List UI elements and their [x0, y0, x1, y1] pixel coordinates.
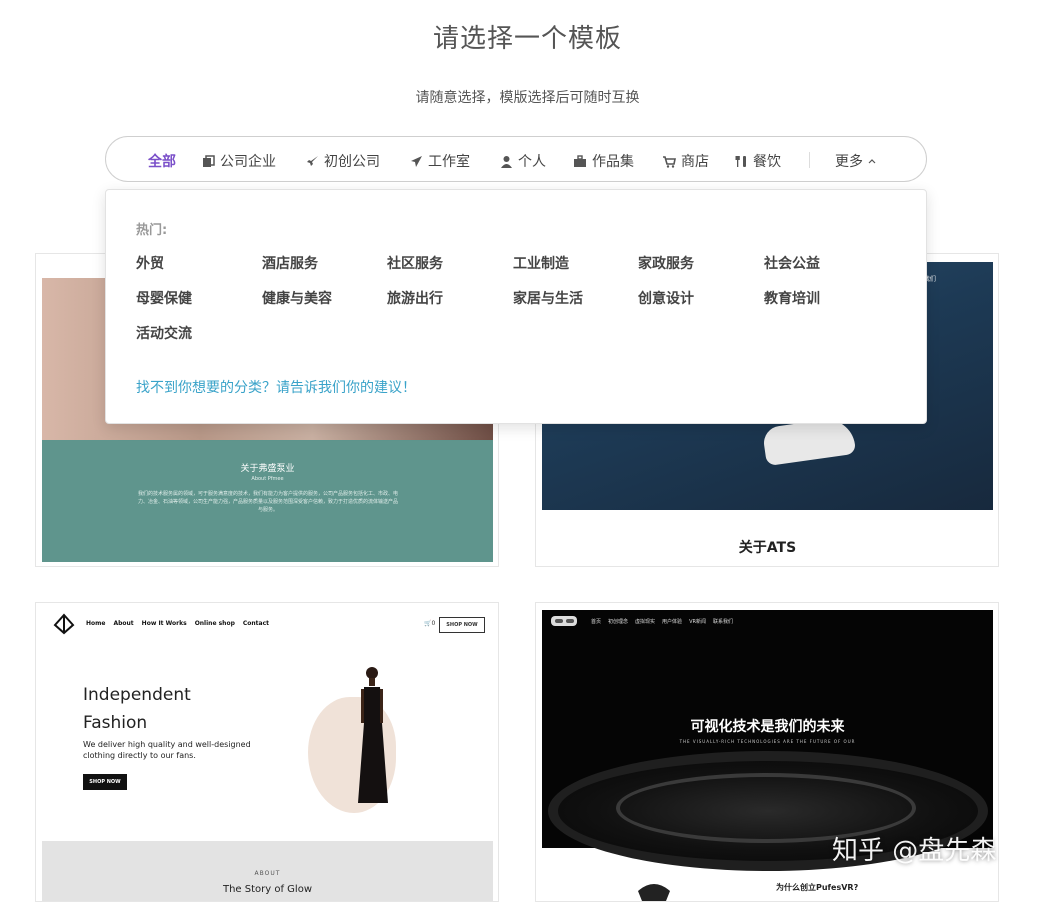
cutlery-icon	[735, 155, 746, 167]
category-label: 全部	[148, 154, 176, 170]
nav-item: How It Works	[141, 620, 187, 627]
nav-item: Online shop	[194, 620, 235, 627]
category-startup[interactable]: 初创公司	[306, 151, 380, 171]
hero-headline: Independent Fashion	[83, 681, 283, 737]
template-preview-subheading: About Pfmee	[251, 476, 284, 482]
nav-item: Home	[86, 620, 106, 627]
template-card-fashion[interactable]: Home About How It Works Online shop Cont…	[35, 602, 499, 902]
hero-headline-line2: Fashion	[83, 713, 148, 733]
industry-item[interactable]: 创意设计	[638, 288, 694, 308]
model-image	[358, 667, 388, 803]
hero-headline-line1: Independent	[83, 685, 191, 705]
page-subtitle: 请随意选择，模版选择后可随时互换	[415, 90, 640, 106]
category-label: 初创公司	[324, 154, 380, 170]
category-more-label: 更多	[835, 154, 863, 170]
industry-item[interactable]: 教育培训	[764, 288, 820, 308]
industry-item[interactable]: 活动交流	[136, 323, 192, 343]
template-preview-nav: 首页 初创理念 虚拟现实 用户体验 VR新闻 联系我们	[591, 618, 733, 625]
category-label: 作品集	[592, 154, 634, 170]
hero-tagline: THE VISUALLY-RICH TECHNOLOGIES ARE THE F…	[679, 739, 856, 744]
category-bar: 全部 公司企业 初创公司 工作室 个人 作品集 商店 餐饮 更多	[105, 136, 927, 182]
logo-icon	[53, 613, 75, 635]
hot-label: 热门:	[136, 223, 168, 238]
watermark: 知乎 @盘先森	[832, 836, 997, 866]
briefcase-icon	[574, 154, 586, 167]
paper-plane-icon	[411, 155, 422, 167]
category-label: 公司企业	[220, 154, 276, 170]
vr-headset-icon	[551, 616, 577, 626]
template-preview-body: 我们的技术服务属的领域，可于服务满意度的技术，我们有能力为客户提供的服务，公司产…	[137, 491, 398, 513]
industry-item[interactable]: 社会公益	[764, 253, 820, 273]
category-studio[interactable]: 工作室	[410, 151, 470, 171]
page-title: 请选择一个模板	[432, 24, 622, 54]
nav-item: 联系我们	[712, 619, 733, 625]
industry-item[interactable]: 工业制造	[513, 253, 569, 273]
industry-item[interactable]: 家政服务	[638, 253, 694, 273]
vr-headset-icon	[638, 884, 670, 901]
hero-description: We deliver high quality and well-designe…	[83, 740, 251, 760]
industry-item[interactable]: 旅游出行	[387, 288, 443, 308]
category-label: 工作室	[428, 154, 470, 170]
hero-headline: 可视化技术是我们的未来	[690, 719, 845, 735]
nav-item: 首页	[591, 619, 602, 625]
cart-icon: 🛒0	[424, 620, 436, 627]
nav-item: VR新闻	[689, 619, 706, 625]
cart-icon	[663, 155, 676, 168]
industry-item[interactable]: 家居与生活	[513, 288, 583, 308]
category-personal[interactable]: 个人	[500, 151, 546, 171]
rocket-icon	[307, 155, 318, 166]
shop-now-nav-button: SHOP NOW	[439, 617, 485, 633]
copy-icon	[203, 154, 215, 167]
nav-item: About	[113, 620, 134, 627]
shop-now-button: SHOP NOW	[83, 774, 127, 790]
category-shop[interactable]: 商店	[662, 151, 709, 171]
nav-item: 用户体验	[662, 619, 683, 625]
nav-item: 虚拟现实	[635, 619, 656, 625]
template-card-title: 关于ATS	[738, 540, 797, 556]
cart-count: 0	[431, 620, 436, 627]
category-catering[interactable]: 餐饮	[735, 151, 781, 171]
category-label: 餐饮	[753, 154, 781, 170]
nav-item: 初创理念	[608, 619, 629, 625]
nav-item: Contact	[242, 620, 270, 627]
industry-item[interactable]: 母婴保健	[136, 288, 192, 308]
section-heading: 为什么创立PufesVR?	[776, 883, 859, 892]
about-label: ABOUT	[254, 870, 281, 877]
industry-item[interactable]: 外贸	[136, 253, 164, 273]
industry-item[interactable]: 酒店服务	[262, 253, 318, 273]
category-label: 个人	[518, 154, 546, 170]
category-label: 商店	[681, 154, 709, 170]
category-dropdown: 热门: 外贸 酒店服务 社区服务 工业制造 家政服务 社会公益 母婴保健 健康与…	[105, 189, 927, 424]
category-divider	[809, 152, 810, 168]
category-portfolio[interactable]: 作品集	[573, 151, 634, 171]
industry-item[interactable]: 健康与美容	[262, 288, 332, 308]
template-preview-nav: Home About How It Works Online shop Cont…	[86, 620, 269, 627]
template-preview-heading: 关于弗盛泵业	[240, 464, 295, 474]
category-all[interactable]: 全部	[148, 151, 176, 171]
user-icon	[501, 155, 512, 168]
category-company[interactable]: 公司企业	[202, 151, 276, 171]
industry-item[interactable]: 社区服务	[387, 253, 443, 273]
chevron-up-icon	[868, 159, 876, 164]
category-more[interactable]: 更多	[835, 151, 876, 171]
about-title: The Story of Glow	[222, 884, 312, 895]
suggest-category-link[interactable]: 找不到你想要的分类？请告诉我们你的建议！	[136, 377, 416, 397]
